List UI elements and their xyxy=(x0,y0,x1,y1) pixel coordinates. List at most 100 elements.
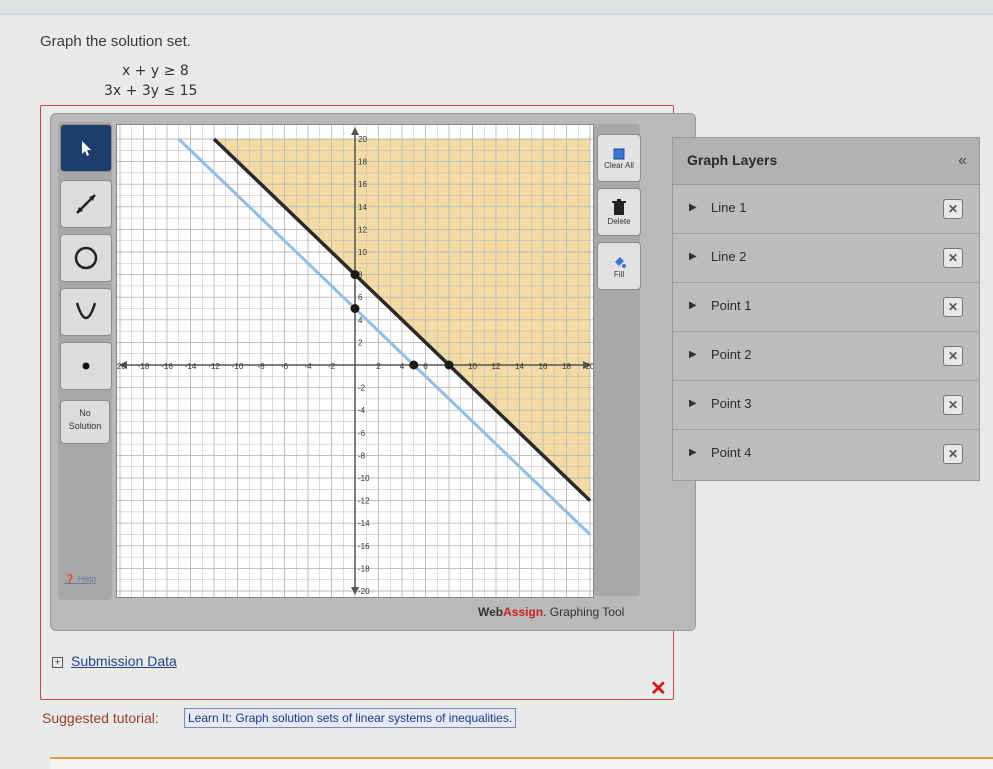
layer-label: Point 3 xyxy=(711,396,752,411)
y-tick-label: -6 xyxy=(358,429,366,438)
layer-item-point-3[interactable]: ▶ Point 3 ✕ xyxy=(673,381,979,430)
x-tick-label: 18 xyxy=(562,362,571,371)
graph-point xyxy=(350,270,360,280)
line-icon xyxy=(76,194,96,214)
help-link[interactable]: ❓ Help xyxy=(64,574,96,585)
webassign-branding: WebAssign. Graphing Tool xyxy=(478,605,624,619)
layer-item-line-1[interactable]: ▶ Line 1 ✕ xyxy=(673,185,979,234)
x-tick-label: -10 xyxy=(232,362,244,371)
layers-title: Graph Layers xyxy=(687,152,778,168)
graph-point xyxy=(350,304,360,313)
y-tick-label: -16 xyxy=(358,542,370,551)
y-tick-label: 18 xyxy=(358,158,367,167)
expand-plus-icon[interactable]: + xyxy=(52,656,63,668)
y-tick-label: 2 xyxy=(358,338,363,347)
graph-point xyxy=(409,360,419,370)
layer-item-point-1[interactable]: ▶ Point 1 ✕ xyxy=(673,283,979,332)
x-tick-label: -20 xyxy=(117,362,126,371)
incorrect-icon: ✕ xyxy=(650,678,667,700)
layer-item-line-2[interactable]: ▶ Line 2 ✕ xyxy=(673,234,979,283)
x-tick-label: -6 xyxy=(281,362,289,371)
point-tool-button[interactable] xyxy=(60,342,112,390)
pointer-tool-button[interactable] xyxy=(60,124,112,172)
x-tick-label: 14 xyxy=(515,362,524,371)
y-tick-label: 6 xyxy=(358,293,363,302)
expand-arrow-icon[interactable]: ▶ xyxy=(689,202,697,213)
expand-arrow-icon[interactable]: ▶ xyxy=(689,398,697,409)
y-tick-label: 12 xyxy=(358,225,367,234)
brand-tool: . Graphing Tool xyxy=(543,605,625,619)
y-tick-label: 16 xyxy=(358,180,367,189)
circle-icon xyxy=(74,246,98,270)
clear-icon xyxy=(613,148,625,159)
remove-layer-icon[interactable]: ✕ xyxy=(943,248,963,268)
remove-layer-icon[interactable]: ✕ xyxy=(943,346,963,366)
submission-data-link[interactable]: Submission Data xyxy=(71,653,177,669)
layer-label: Point 4 xyxy=(711,445,752,460)
circle-tool-button[interactable] xyxy=(60,234,112,282)
clear-all-button[interactable]: Clear All xyxy=(597,134,641,182)
inequality-2: 3x + 3y ≤ 15 xyxy=(104,83,198,99)
delete-button[interactable]: Delete xyxy=(597,188,641,236)
remove-layer-icon[interactable]: ✕ xyxy=(943,297,963,317)
y-tick-label: -12 xyxy=(358,497,370,506)
help-label: Help xyxy=(77,574,97,584)
help-icon: ❓ xyxy=(64,574,76,584)
layer-item-point-2[interactable]: ▶ Point 2 ✕ xyxy=(673,332,979,381)
layer-item-point-4[interactable]: ▶ Point 4 ✕ xyxy=(673,430,979,478)
layer-label: Line 2 xyxy=(711,249,747,264)
y-tick-label: 10 xyxy=(358,248,367,257)
fill-label: Fill xyxy=(613,269,625,279)
y-tick-label: 20 xyxy=(358,135,367,144)
x-tick-label: 16 xyxy=(539,362,548,371)
graph-svg[interactable]: -20-18-16-14-12-10-8-6-4-224681012141618… xyxy=(117,125,593,597)
remove-layer-icon[interactable]: ✕ xyxy=(943,199,963,219)
x-tick-label: 2 xyxy=(376,362,381,371)
x-tick-label: 10 xyxy=(468,362,477,371)
x-tick-label: 6 xyxy=(423,362,428,371)
y-tick-label: -10 xyxy=(358,474,370,483)
action-toolbar: Clear All Delete Fill xyxy=(594,124,641,596)
fill-button[interactable]: Fill xyxy=(597,242,641,290)
tutorial-link[interactable]: Learn It: Graph solution sets of linear … xyxy=(184,708,517,728)
remove-layer-icon[interactable]: ✕ xyxy=(943,395,963,415)
tool-palette: No Solution ❓ Help xyxy=(58,122,112,600)
x-tick-label: 12 xyxy=(492,362,501,371)
x-tick-label: -4 xyxy=(304,362,312,371)
x-tick-label: -2 xyxy=(328,362,336,371)
layer-label: Point 1 xyxy=(711,298,752,313)
brand-web: Web xyxy=(478,605,504,619)
remove-layer-icon[interactable]: ✕ xyxy=(943,444,963,464)
y-tick-label: -20 xyxy=(358,587,370,596)
x-tick-label: -12 xyxy=(208,362,220,371)
x-tick-label: 4 xyxy=(400,362,405,371)
y-tick-label: -8 xyxy=(358,451,366,460)
y-tick-label: -18 xyxy=(358,564,370,573)
question-prompt: Graph the solution set. xyxy=(40,33,191,50)
expand-arrow-icon[interactable]: ▶ xyxy=(689,349,697,360)
suggested-tutorial-label: Suggested tutorial: xyxy=(42,710,159,726)
submission-data-toggle[interactable]: + Submission Data xyxy=(52,653,177,669)
line-tool-button[interactable] xyxy=(60,180,112,228)
collapse-panel-icon[interactable]: « xyxy=(958,152,967,170)
no-solution-label-2: Solution xyxy=(68,421,102,431)
graph-layers-panel: Graph Layers « ▶ Line 1 ✕ ▶ Line 2 ✕ ▶ P… xyxy=(672,137,980,481)
expand-arrow-icon[interactable]: ▶ xyxy=(689,251,697,262)
parabola-tool-button[interactable] xyxy=(60,288,112,336)
x-tick-label: 20 xyxy=(586,362,593,371)
inequality-1: x + y ≥ 8 xyxy=(122,63,189,79)
graph-point xyxy=(444,360,454,370)
pointer-icon xyxy=(82,141,91,156)
brand-assign: Assign xyxy=(503,605,544,619)
no-solution-button[interactable]: No Solution xyxy=(60,400,110,444)
next-section-edge xyxy=(50,757,993,769)
y-tick-label: 14 xyxy=(358,203,367,212)
expand-arrow-icon[interactable]: ▶ xyxy=(689,447,697,458)
graph-canvas[interactable]: -20-18-16-14-12-10-8-6-4-224681012141618… xyxy=(116,124,594,598)
fill-icon xyxy=(615,256,626,268)
top-strip xyxy=(0,0,993,15)
y-tick-label: -4 xyxy=(358,406,366,415)
expand-arrow-icon[interactable]: ▶ xyxy=(689,300,697,311)
x-tick-label: -14 xyxy=(185,362,197,371)
delete-label: Delete xyxy=(607,216,631,226)
